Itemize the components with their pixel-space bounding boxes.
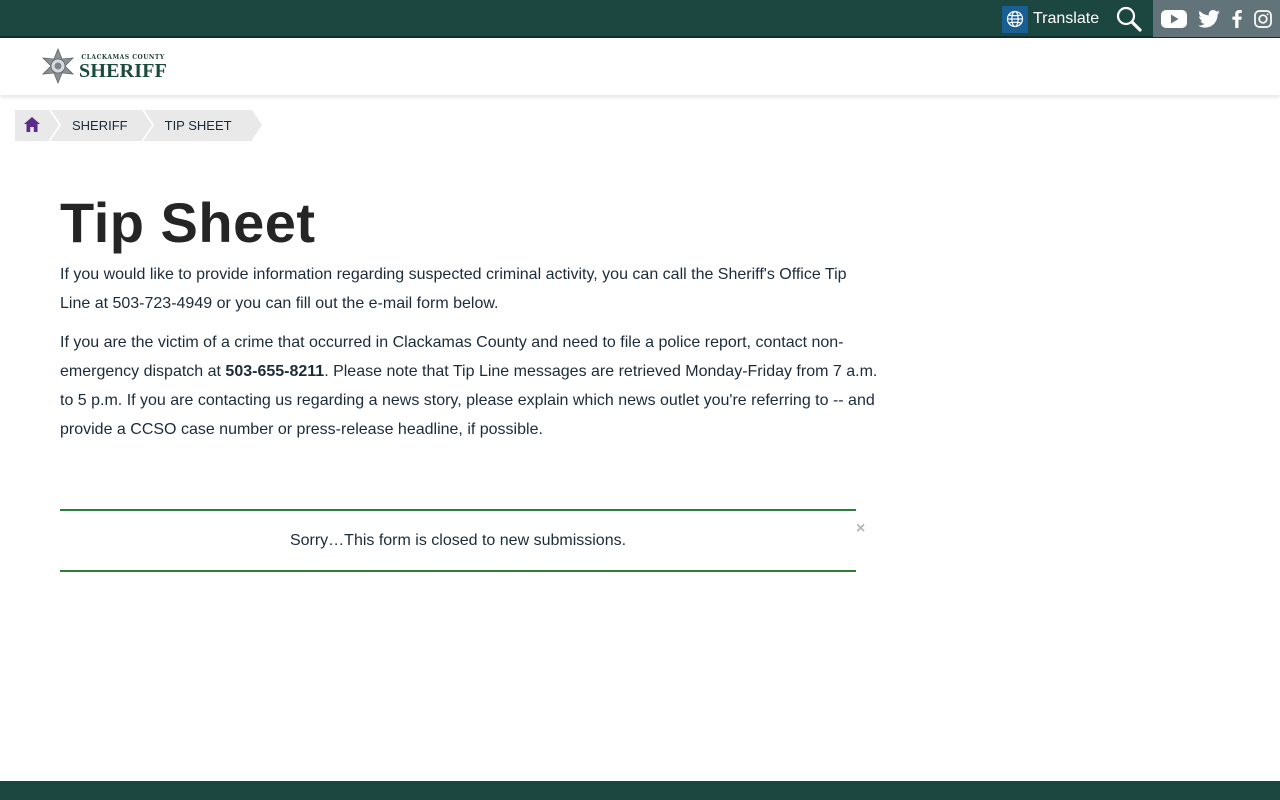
translate-label: Translate bbox=[1033, 10, 1100, 27]
top-utility-bar: Translate bbox=[0, 0, 1280, 38]
page-title: Tip Sheet bbox=[60, 191, 316, 254]
twitter-icon[interactable] bbox=[1198, 9, 1220, 28]
sheriff-star-icon bbox=[40, 47, 76, 89]
youtube-icon[interactable] bbox=[1160, 9, 1187, 28]
intro-paragraph: If you would like to provide information… bbox=[60, 266, 847, 312]
globe-icon bbox=[1002, 5, 1028, 33]
breadcrumb-home[interactable] bbox=[15, 110, 59, 141]
sheriff-logo[interactable]: CLACKAMAS COUNTY SHERIFF bbox=[40, 47, 168, 89]
logo-sheriff: SHERIFF bbox=[79, 60, 168, 82]
notice-text: Sorry…This form is closed to new submiss… bbox=[289, 531, 627, 549]
translate-button[interactable]: Translate bbox=[1002, 5, 1099, 33]
site-header: CLACKAMAS COUNTY SHERIFF bbox=[0, 40, 1280, 95]
site-footer bbox=[0, 781, 1280, 800]
dispatch-phone: 503-655-8211 bbox=[225, 363, 325, 380]
form-closed-notice: Sorry…This form is closed to new submiss… bbox=[60, 509, 856, 572]
victim-paragraph: If you are the victim of a crime that oc… bbox=[60, 328, 880, 444]
breadcrumb: SHERIFF TIP SHEET bbox=[15, 110, 262, 141]
instagram-icon[interactable] bbox=[1254, 9, 1273, 28]
close-icon[interactable]: × bbox=[856, 520, 865, 538]
breadcrumb-sheriff[interactable]: SHERIFF bbox=[51, 110, 152, 141]
breadcrumb-tip-sheet[interactable]: TIP SHEET bbox=[143, 110, 262, 141]
home-icon bbox=[24, 116, 40, 135]
facebook-icon[interactable] bbox=[1231, 9, 1243, 28]
social-links bbox=[1153, 0, 1280, 37]
search-button[interactable] bbox=[1115, 5, 1143, 33]
search-icon bbox=[1115, 6, 1143, 37]
main-content: Tip Sheet If you would like to provide i… bbox=[60, 190, 880, 444]
